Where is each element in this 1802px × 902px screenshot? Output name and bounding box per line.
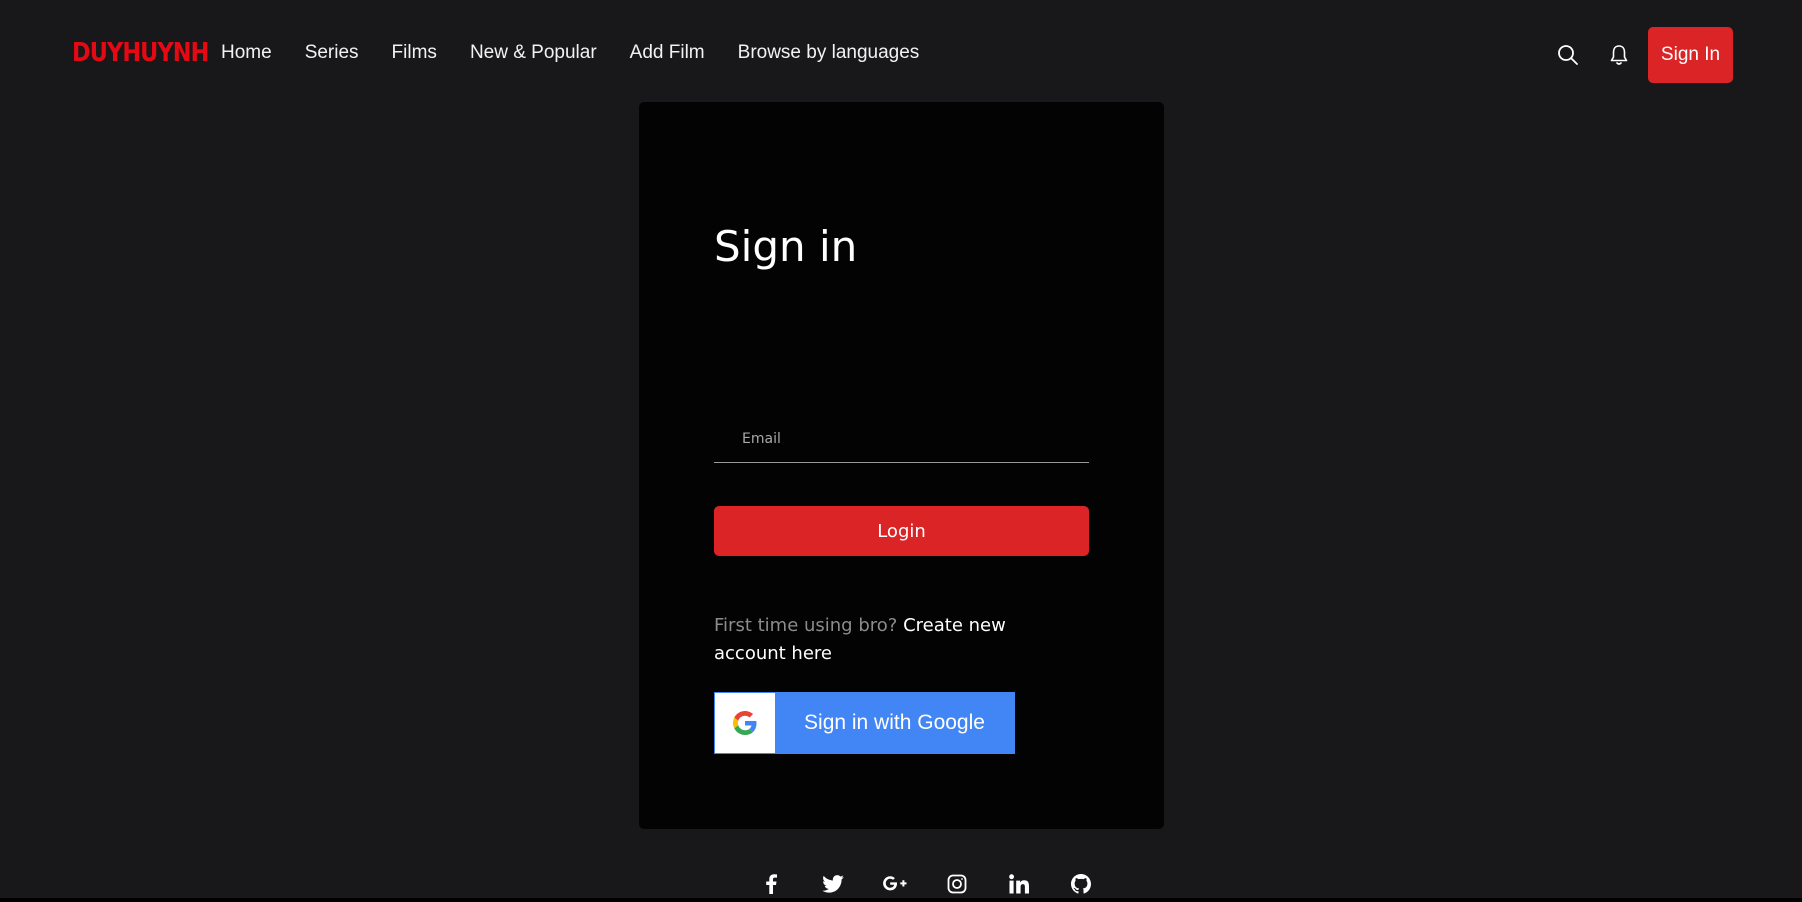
instagram-icon[interactable] bbox=[941, 870, 973, 898]
nav-home[interactable]: Home bbox=[221, 42, 272, 64]
search-icon[interactable] bbox=[1553, 40, 1583, 70]
login-button[interactable]: Login bbox=[714, 506, 1089, 556]
top-navigation-bar: DUYHUYNH Home Series Films New & Popular… bbox=[0, 0, 1802, 110]
header-sign-in-button[interactable]: Sign In bbox=[1648, 27, 1733, 83]
google-plus-icon[interactable] bbox=[879, 870, 911, 898]
nav-new-popular[interactable]: New & Popular bbox=[470, 42, 597, 64]
social-links bbox=[755, 870, 1097, 898]
google-sign-in-button[interactable]: Sign in with Google bbox=[714, 692, 1015, 754]
page-title: Sign in bbox=[714, 222, 858, 271]
bottom-border bbox=[0, 898, 1802, 902]
bell-icon[interactable] bbox=[1604, 40, 1634, 70]
google-g-icon bbox=[733, 711, 757, 735]
sign-in-card: Sign in Login First time using bro? Crea… bbox=[639, 102, 1164, 829]
brand-logo[interactable]: DUYHUYNH bbox=[72, 38, 209, 68]
nav-films[interactable]: Films bbox=[392, 42, 437, 64]
twitter-icon[interactable] bbox=[817, 870, 849, 898]
email-field-wrapper bbox=[714, 415, 1089, 463]
google-sign-in-label: Sign in with Google bbox=[804, 711, 985, 734]
facebook-icon[interactable] bbox=[755, 870, 787, 898]
linkedin-icon[interactable] bbox=[1003, 870, 1035, 898]
github-icon[interactable] bbox=[1065, 870, 1097, 898]
signup-prompt: First time using bro? Create new account… bbox=[714, 612, 1074, 668]
nav-series[interactable]: Series bbox=[305, 42, 359, 64]
google-logo-box bbox=[715, 693, 775, 753]
email-input[interactable] bbox=[714, 415, 1089, 462]
nav-browse-languages[interactable]: Browse by languages bbox=[738, 42, 920, 64]
main-nav: Home Series Films New & Popular Add Film… bbox=[221, 42, 919, 64]
nav-add-film[interactable]: Add Film bbox=[630, 42, 705, 64]
signup-prompt-text: First time using bro? bbox=[714, 615, 898, 636]
